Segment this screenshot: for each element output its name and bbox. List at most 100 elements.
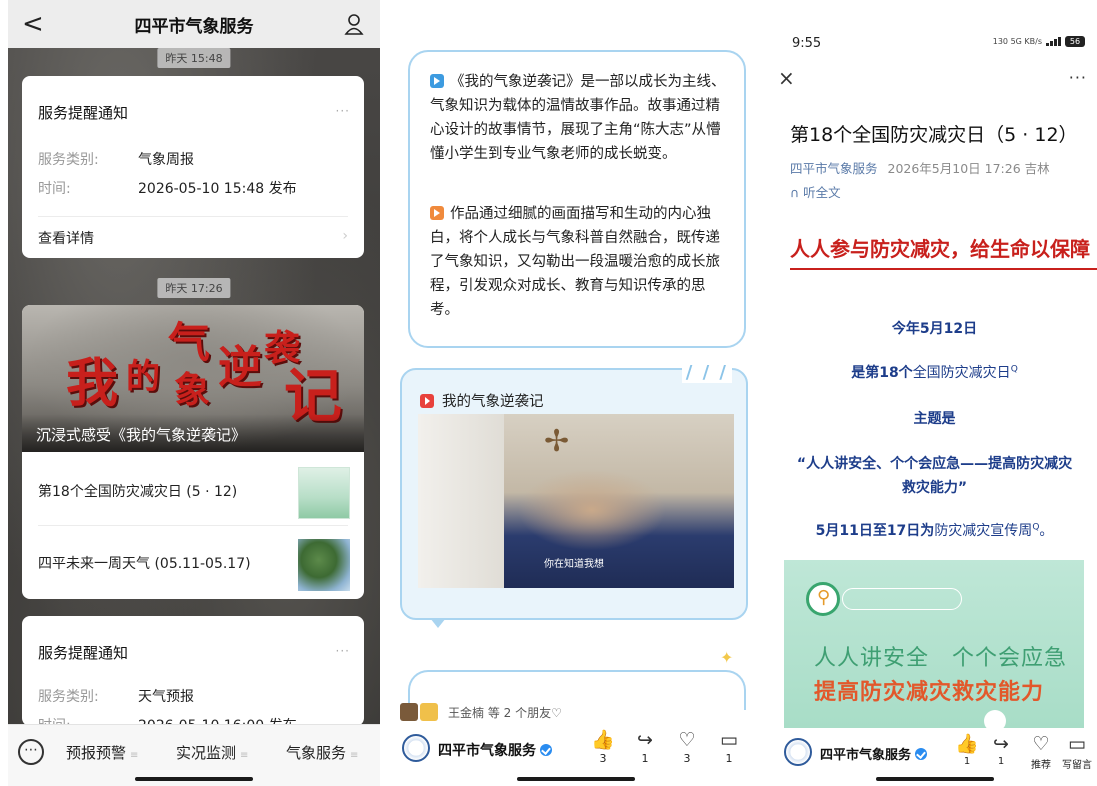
paragraph-text: 作品通过细腻的画面描写和生动的内心独白，将个人成长与气象科普自然融合，既传递了气… — [430, 206, 720, 318]
body-link[interactable]: 防灾减灾宣传周 — [934, 523, 1032, 539]
paragraph-text: 《我的气象逆袭记》是一部以成长为主线、气象知识为载体的温情故事作品。故事通过精心… — [430, 74, 726, 162]
menu-tab-forecast[interactable]: 预报预警 ≡ — [66, 742, 138, 763]
comment-button[interactable]: ▭ 写留言 — [1060, 734, 1094, 771]
body-bold: 是第18个 — [851, 365, 913, 381]
bubble-tail — [430, 618, 446, 628]
menu-icon: ≡ — [240, 750, 249, 761]
body-line: 今年5月12日 — [891, 321, 978, 337]
like-icon: 👍 — [955, 733, 979, 755]
share-button[interactable]: ↪ 1 — [986, 734, 1016, 767]
favorite-button[interactable]: ♡ 3 — [672, 730, 702, 765]
listen-label: 听全文 — [803, 185, 841, 200]
share-count: 1 — [641, 752, 649, 765]
search-icon[interactable]: Q — [1011, 364, 1018, 374]
teacher-figure — [418, 414, 504, 588]
account-logo[interactable] — [784, 738, 812, 766]
play-icon — [430, 206, 444, 220]
menu-icon: ≡ — [130, 750, 139, 761]
decoration: / / / — [681, 362, 732, 383]
cover-char: 逆 — [218, 342, 262, 393]
article-item[interactable]: 第18个全国防灾减灾日 (5 · 12) — [22, 455, 364, 527]
account-name[interactable]: 四平市气象服务 — [438, 740, 552, 760]
time-value: 2026-05-10 15:48 发布 — [138, 181, 297, 197]
video-header: 我的气象逆袭记 — [420, 390, 544, 411]
home-indicator — [135, 777, 253, 781]
video-player[interactable]: ✢ 你在知道我想 — [418, 414, 734, 588]
video-bubble: / / / 我的气象逆袭记 ✢ 你在知道我想 — [400, 362, 748, 620]
page-title: 四平市气象服务 — [134, 16, 254, 37]
cover-char: 我 — [66, 353, 119, 414]
body-link[interactable]: 全国防灾减灾日 — [913, 365, 1011, 381]
service-type-label: 服务类别: — [38, 152, 99, 168]
verified-icon — [540, 744, 552, 756]
more-icon[interactable]: ··· — [1069, 68, 1087, 87]
divider — [38, 525, 348, 526]
account-logo[interactable] — [402, 734, 430, 762]
bottom-action-bar: 四平市气象服务 👍 3 ↪ 1 ♡ 3 ▭ 1 — [390, 730, 762, 786]
article-card[interactable]: 我 的 气 象 逆 袭 记 沉浸式感受《我的气象逆袭记》 第18个全国防灾减灾日… — [22, 305, 364, 599]
avatar — [400, 703, 418, 721]
like-button[interactable]: 👍 3 — [588, 730, 618, 765]
time-label: 时间: — [38, 181, 71, 197]
account-name[interactable]: 四平市气象服务 — [820, 744, 928, 763]
timestamp: 昨天 15:48 — [157, 48, 231, 68]
back-icon[interactable]: < — [22, 9, 44, 39]
favorite-count: 3 — [683, 752, 691, 765]
poster-badge — [842, 588, 962, 610]
battery-icon: 56 — [1065, 36, 1085, 47]
poster-image[interactable]: 人人讲安全 个个会应急 提高防灾减灾救灾能力 — [784, 560, 1084, 732]
comment-count: 1 — [725, 752, 733, 765]
home-indicator — [517, 777, 635, 781]
view-details-link[interactable]: 查看详情 — [38, 228, 94, 248]
top-nav-bar: < 四平市气象服务 — [8, 0, 380, 48]
article-cover[interactable]: 我 的 气 象 逆 袭 记 沉浸式感受《我的气象逆袭记》 — [22, 305, 364, 452]
comment-label: 写留言 — [1062, 760, 1092, 771]
menu-tab-service[interactable]: 气象服务 ≡ — [286, 742, 358, 763]
like-icon: 👍 — [591, 729, 615, 751]
body-punct: 。 — [1039, 523, 1054, 539]
close-icon[interactable]: × — [778, 66, 795, 90]
share-icon: ↪ — [637, 729, 653, 751]
poster-dot — [984, 710, 1006, 732]
friends-liked[interactable]: 王金楠 等 2 个朋友♡ — [400, 700, 752, 724]
body-line: 5月11日至17日为防灾减灾宣传周Q。 — [772, 520, 1097, 540]
comment-icon: ▭ — [720, 729, 738, 751]
intro-bubble: 《我的气象逆袭记》是一部以成长为主线、气象知识为载体的温情故事作品。故事通过精心… — [408, 50, 746, 348]
network-speed: 130 5G KB/s — [992, 37, 1042, 46]
share-button[interactable]: ↪ 1 — [630, 730, 660, 765]
keyboard-icon[interactable] — [18, 739, 44, 765]
comment-icon: ▭ — [1068, 733, 1086, 755]
user-icon[interactable] — [344, 13, 364, 35]
chevron-right-icon: › — [342, 228, 348, 244]
star-icon: ✦ — [720, 648, 734, 667]
emblem-icon — [806, 582, 840, 616]
account-name-text: 四平市气象服务 — [438, 743, 536, 759]
recommend-label: 推荐 — [1031, 760, 1051, 771]
account-link[interactable]: 四平市气象服务 — [790, 161, 878, 176]
like-button[interactable]: 👍 1 — [952, 734, 982, 767]
avatar — [420, 703, 438, 721]
more-icon[interactable]: ··· — [336, 104, 350, 118]
service-notice-card[interactable]: 服务提醒通知 ··· 服务类别: 气象周报 时间: 2026-05-10 15:… — [22, 76, 364, 258]
recommend-button[interactable]: ♡ 推荐 — [1026, 734, 1056, 771]
poster-line: 人人讲安全 个个会应急 — [814, 646, 1068, 671]
home-indicator — [875, 777, 994, 781]
comment-button[interactable]: ▭ 1 — [714, 730, 744, 765]
video-subtitle: 你在知道我想 — [544, 559, 604, 570]
article-item[interactable]: 四平未来一周天气 (05.11-05.17) — [22, 527, 364, 599]
service-notice-card[interactable]: 服务提醒通知 ··· 服务类别: 天气预报 时间: 2026-05-10 16:… — [22, 616, 364, 726]
heart-icon: ♡ — [678, 729, 696, 751]
menu-tab-monitoring[interactable]: 实况监测 ≡ — [176, 742, 248, 763]
friends-text: 王金楠 等 2 个朋友♡ — [448, 705, 562, 720]
listen-button[interactable]: ∩ 听全文 — [790, 182, 841, 201]
play-icon — [420, 394, 434, 408]
article-item-title: 四平未来一周天气 (05.11-05.17) — [38, 556, 251, 572]
share-count: 1 — [997, 756, 1005, 767]
article-thumbnail — [298, 467, 350, 519]
service-type-value: 天气预报 — [138, 689, 194, 705]
more-icon[interactable]: ··· — [336, 644, 350, 658]
menu-tab-label: 气象服务 — [286, 744, 347, 762]
article-title: 第18个全国防灾减灾日（5 · 12） — [790, 124, 1078, 146]
card-title: 服务提醒通知 — [38, 644, 129, 662]
divider — [38, 216, 348, 217]
